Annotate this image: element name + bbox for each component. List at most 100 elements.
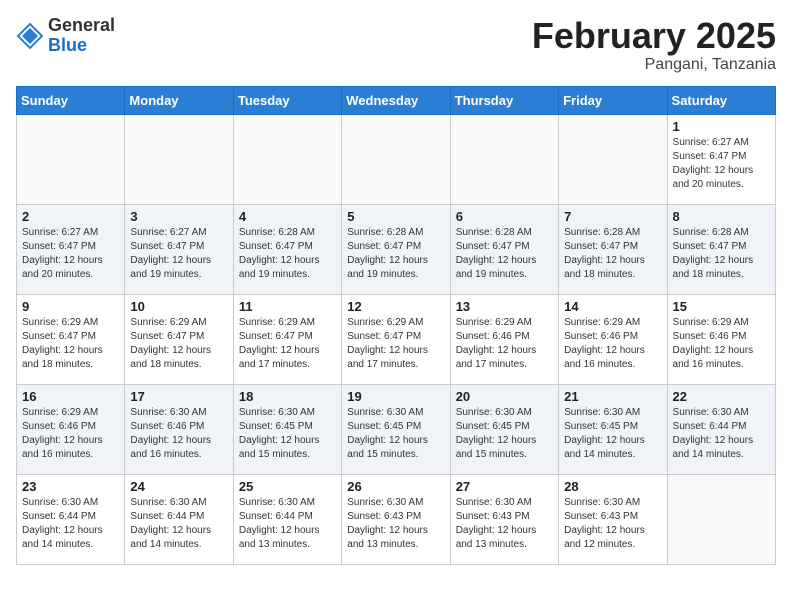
day-info: Sunrise: 6:29 AM Sunset: 6:46 PM Dayligh… <box>22 406 119 462</box>
day-number: 16 <box>22 389 119 404</box>
day-info: Sunrise: 6:27 AM Sunset: 6:47 PM Dayligh… <box>673 136 770 192</box>
day-info: Sunrise: 6:29 AM Sunset: 6:47 PM Dayligh… <box>347 316 444 372</box>
calendar-cell: 16 Sunrise: 6:29 AM Sunset: 6:46 PM Dayli… <box>17 384 125 474</box>
calendar-cell: 12 Sunrise: 6:29 AM Sunset: 6:47 PM Dayli… <box>342 294 450 384</box>
day-number: 21 <box>564 389 661 404</box>
calendar-week-row: 9 Sunrise: 6:29 AM Sunset: 6:47 PM Daylig… <box>17 294 776 384</box>
day-info: Sunrise: 6:30 AM Sunset: 6:44 PM Dayligh… <box>239 496 336 552</box>
day-info: Sunrise: 6:30 AM Sunset: 6:44 PM Dayligh… <box>130 496 227 552</box>
day-info: Sunrise: 6:28 AM Sunset: 6:47 PM Dayligh… <box>239 226 336 282</box>
day-header-thursday: Thursday <box>450 86 558 114</box>
day-number: 22 <box>673 389 770 404</box>
day-info: Sunrise: 6:30 AM Sunset: 6:45 PM Dayligh… <box>564 406 661 462</box>
day-number: 2 <box>22 209 119 224</box>
day-info: Sunrise: 6:29 AM Sunset: 6:46 PM Dayligh… <box>564 316 661 372</box>
calendar-cell: 19 Sunrise: 6:30 AM Sunset: 6:45 PM Dayli… <box>342 384 450 474</box>
page-header: General Blue February 2025 Pangani, Tanz… <box>16 16 776 74</box>
day-number: 19 <box>347 389 444 404</box>
logo-icon <box>16 22 44 50</box>
calendar-cell <box>233 114 341 204</box>
calendar-cell: 24 Sunrise: 6:30 AM Sunset: 6:44 PM Dayli… <box>125 474 233 564</box>
day-info: Sunrise: 6:30 AM Sunset: 6:46 PM Dayligh… <box>130 406 227 462</box>
day-header-tuesday: Tuesday <box>233 86 341 114</box>
day-number: 28 <box>564 479 661 494</box>
calendar-cell: 4 Sunrise: 6:28 AM Sunset: 6:47 PM Daylig… <box>233 204 341 294</box>
day-number: 5 <box>347 209 444 224</box>
calendar-cell: 25 Sunrise: 6:30 AM Sunset: 6:44 PM Dayli… <box>233 474 341 564</box>
calendar-cell: 5 Sunrise: 6:28 AM Sunset: 6:47 PM Daylig… <box>342 204 450 294</box>
calendar-cell: 23 Sunrise: 6:30 AM Sunset: 6:44 PM Dayli… <box>17 474 125 564</box>
day-info: Sunrise: 6:27 AM Sunset: 6:47 PM Dayligh… <box>130 226 227 282</box>
day-info: Sunrise: 6:28 AM Sunset: 6:47 PM Dayligh… <box>456 226 553 282</box>
day-number: 13 <box>456 299 553 314</box>
day-number: 9 <box>22 299 119 314</box>
day-info: Sunrise: 6:30 AM Sunset: 6:45 PM Dayligh… <box>456 406 553 462</box>
day-number: 23 <box>22 479 119 494</box>
day-number: 4 <box>239 209 336 224</box>
day-info: Sunrise: 6:28 AM Sunset: 6:47 PM Dayligh… <box>564 226 661 282</box>
day-header-saturday: Saturday <box>667 86 775 114</box>
calendar-cell: 20 Sunrise: 6:30 AM Sunset: 6:45 PM Dayli… <box>450 384 558 474</box>
day-number: 1 <box>673 119 770 134</box>
calendar-cell <box>450 114 558 204</box>
day-info: Sunrise: 6:30 AM Sunset: 6:43 PM Dayligh… <box>564 496 661 552</box>
calendar-week-row: 16 Sunrise: 6:29 AM Sunset: 6:46 PM Dayli… <box>17 384 776 474</box>
calendar-cell: 9 Sunrise: 6:29 AM Sunset: 6:47 PM Daylig… <box>17 294 125 384</box>
day-info: Sunrise: 6:29 AM Sunset: 6:47 PM Dayligh… <box>22 316 119 372</box>
logo-general-text: General <box>48 15 115 35</box>
day-info: Sunrise: 6:28 AM Sunset: 6:47 PM Dayligh… <box>347 226 444 282</box>
day-info: Sunrise: 6:30 AM Sunset: 6:43 PM Dayligh… <box>347 496 444 552</box>
calendar-cell <box>342 114 450 204</box>
calendar-week-row: 2 Sunrise: 6:27 AM Sunset: 6:47 PM Daylig… <box>17 204 776 294</box>
day-info: Sunrise: 6:30 AM Sunset: 6:45 PM Dayligh… <box>347 406 444 462</box>
day-info: Sunrise: 6:29 AM Sunset: 6:46 PM Dayligh… <box>456 316 553 372</box>
calendar-cell <box>667 474 775 564</box>
calendar-cell: 18Sunrise: 6:30 AM Sunset: 6:45 PM Dayli… <box>233 384 341 474</box>
calendar-cell <box>559 114 667 204</box>
calendar-cell <box>17 114 125 204</box>
calendar-cell: 26 Sunrise: 6:30 AM Sunset: 6:43 PM Dayli… <box>342 474 450 564</box>
calendar-header-row: SundayMondayTuesdayWednesdayThursdayFrid… <box>17 86 776 114</box>
day-info: Sunrise: 6:29 AM Sunset: 6:47 PM Dayligh… <box>130 316 227 372</box>
calendar-cell: 13 Sunrise: 6:29 AM Sunset: 6:46 PM Dayli… <box>450 294 558 384</box>
calendar-cell: 3 Sunrise: 6:27 AM Sunset: 6:47 PM Daylig… <box>125 204 233 294</box>
day-header-sunday: Sunday <box>17 86 125 114</box>
day-number: 18 <box>239 389 336 404</box>
day-number: 20 <box>456 389 553 404</box>
day-number: 10 <box>130 299 227 314</box>
day-info: Sunrise: 6:29 AM Sunset: 6:47 PM Dayligh… <box>239 316 336 372</box>
calendar-cell <box>125 114 233 204</box>
calendar-cell: 17 Sunrise: 6:30 AM Sunset: 6:46 PM Dayli… <box>125 384 233 474</box>
day-number: 27 <box>456 479 553 494</box>
calendar-week-row: 1 Sunrise: 6:27 AM Sunset: 6:47 PM Daylig… <box>17 114 776 204</box>
day-header-friday: Friday <box>559 86 667 114</box>
calendar-cell: 1 Sunrise: 6:27 AM Sunset: 6:47 PM Daylig… <box>667 114 775 204</box>
day-number: 15 <box>673 299 770 314</box>
day-number: 17 <box>130 389 227 404</box>
calendar-cell: 27Sunrise: 6:30 AM Sunset: 6:43 PM Dayli… <box>450 474 558 564</box>
calendar-cell: 2 Sunrise: 6:27 AM Sunset: 6:47 PM Daylig… <box>17 204 125 294</box>
day-header-wednesday: Wednesday <box>342 86 450 114</box>
day-info: Sunrise: 6:30 AM Sunset: 6:44 PM Dayligh… <box>22 496 119 552</box>
day-number: 3 <box>130 209 227 224</box>
calendar-cell: 7 Sunrise: 6:28 AM Sunset: 6:47 PM Daylig… <box>559 204 667 294</box>
day-info: Sunrise: 6:30 AM Sunset: 6:44 PM Dayligh… <box>673 406 770 462</box>
day-number: 12 <box>347 299 444 314</box>
day-number: 14 <box>564 299 661 314</box>
location-text: Pangani, Tanzania <box>532 56 776 74</box>
day-info: Sunrise: 6:28 AM Sunset: 6:47 PM Dayligh… <box>673 226 770 282</box>
day-number: 7 <box>564 209 661 224</box>
calendar-cell: 15 Sunrise: 6:29 AM Sunset: 6:46 PM Dayli… <box>667 294 775 384</box>
calendar-cell: 21 Sunrise: 6:30 AM Sunset: 6:45 PM Dayli… <box>559 384 667 474</box>
calendar-cell: 28 Sunrise: 6:30 AM Sunset: 6:43 PM Dayli… <box>559 474 667 564</box>
calendar-cell: 10 Sunrise: 6:29 AM Sunset: 6:47 PM Dayli… <box>125 294 233 384</box>
calendar-cell: 22 Sunrise: 6:30 AM Sunset: 6:44 PM Dayli… <box>667 384 775 474</box>
calendar-table: SundayMondayTuesdayWednesdayThursdayFrid… <box>16 86 776 565</box>
day-number: 26 <box>347 479 444 494</box>
day-info: Sunrise: 6:27 AM Sunset: 6:47 PM Dayligh… <box>22 226 119 282</box>
day-header-monday: Monday <box>125 86 233 114</box>
day-number: 24 <box>130 479 227 494</box>
day-info: Sunrise: 6:29 AM Sunset: 6:46 PM Dayligh… <box>673 316 770 372</box>
calendar-cell: 14 Sunrise: 6:29 AM Sunset: 6:46 PM Dayli… <box>559 294 667 384</box>
day-number: 25 <box>239 479 336 494</box>
